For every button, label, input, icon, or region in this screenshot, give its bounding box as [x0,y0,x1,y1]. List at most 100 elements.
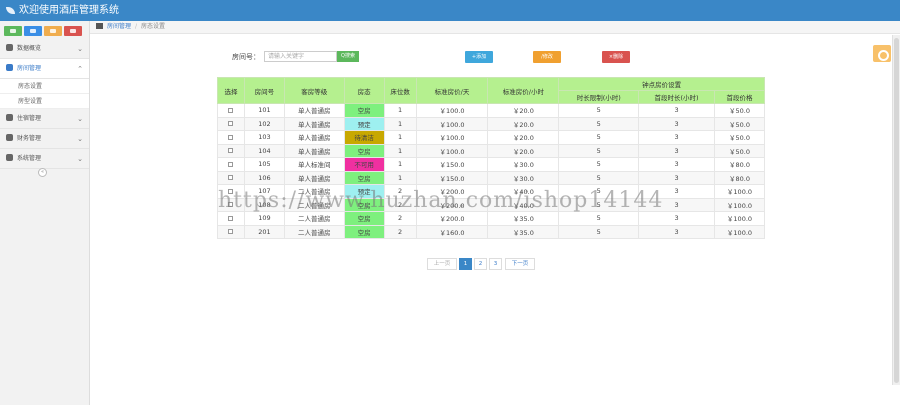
daily-price-cell: ￥160.0 [415,224,489,239]
first-price-cell: ￥100.0 [713,211,766,226]
page-3-button[interactable]: 3 [489,258,502,270]
table-row[interactable]: 102 单人普通房 预定 1 ￥100.0 ￥20.0 5 3 ￥50.0 [217,116,766,131]
daily-price-cell: ￥100.0 [415,130,489,145]
hourly-price-cell: ￥20.0 [487,130,560,145]
prev-page-button[interactable]: 上一页 [427,258,457,270]
room-no-cell: 102 [243,116,285,131]
vertical-scrollbar[interactable] [892,35,900,385]
chevron-down-icon: ⌄ [77,135,83,143]
select-cell [217,157,245,172]
hourly-price-cell: ￥35.0 [487,211,560,226]
edit-button[interactable]: /修改 [533,51,561,63]
row-checkbox[interactable] [228,107,234,113]
sidebar-item-dashboard[interactable]: 数据概览 ⌄ [0,39,89,59]
top-bar: 欢迎使用酒店管理系统 [0,0,900,21]
page-2-button[interactable]: 2 [474,258,487,270]
sidebar-item-finance[interactable]: 财务管理 ⌄ [0,129,89,149]
row-checkbox[interactable] [228,229,234,235]
first-price-cell: ￥80.0 [713,170,766,185]
select-cell [217,103,245,118]
table-row[interactable]: 104 单人普通房 空房 1 ￥100.0 ￥20.0 5 3 ￥50.0 [217,143,766,158]
chevron-down-icon: ⌄ [77,45,83,53]
breadcrumb-separator: / [135,23,138,30]
sidebar-item-label: 房间管理 [17,65,42,72]
sidebar-subitem-room-status[interactable]: 房态设置 [0,79,89,94]
status-badge: 预定 [343,116,385,131]
home-icon[interactable] [96,23,103,29]
room-type-cell: 单人标准间 [283,157,345,172]
beds-cell: 2 [383,224,417,239]
check-icon[interactable] [4,26,22,36]
max-hours-cell: 3 [638,130,715,145]
next-page-button[interactable]: 下一页 [505,258,535,270]
users-icon[interactable] [44,26,62,36]
scrollbar-thumb[interactable] [894,38,899,383]
min-hours-cell: 5 [558,143,640,158]
breadcrumb-room-management[interactable]: 房间管理 [107,23,131,30]
table-row[interactable]: 101 单人普通房 空房 1 ￥100.0 ￥20.0 5 3 ￥50.0 [217,103,766,118]
add-button[interactable]: +添加 [465,51,493,63]
table-row[interactable]: 106 单人普通房 空房 1 ￥150.0 ￥30.0 5 3 ￥80.0 [217,170,766,185]
table-row[interactable]: 105 单人标准间 不可用 1 ￥150.0 ￥30.0 5 3 ￥80.0 [217,157,766,172]
select-cell [217,130,245,145]
select-cell [217,170,245,185]
row-checkbox[interactable] [228,134,234,140]
delete-button[interactable]: ×删除 [602,51,630,63]
status-badge: 待清洁 [343,130,385,145]
header-status: 房态 [343,77,385,104]
header-min-hours: 时长限制(小时) [558,90,640,104]
room-no-cell: 104 [243,143,285,158]
hourly-price-cell: ￥20.0 [487,143,560,158]
header-select: 选择 [217,77,245,104]
room-type-cell: 二人普通房 [283,224,345,239]
table-row[interactable]: 201 二人普通房 空房 2 ￥160.0 ￥35.0 5 3 ￥100.0 [217,224,766,239]
search-input[interactable] [264,51,337,62]
header-max-hours: 首段时长(小时) [638,90,715,104]
settings-icon[interactable] [64,26,82,36]
double-chevron-left-icon[interactable]: « [38,168,47,177]
first-price-cell: ￥100.0 [713,197,766,212]
table-row[interactable]: 103 单人普通房 待清洁 1 ￥100.0 ￥20.0 5 3 ￥50.0 [217,130,766,145]
row-checkbox[interactable] [228,161,234,167]
max-hours-cell: 3 [638,143,715,158]
daily-price-cell: ￥200.0 [415,211,489,226]
sidebar-item-label: 财务管理 [17,135,42,142]
breadcrumb: 房间管理 / 房态设置 [90,21,900,34]
header-hourly-price: 标准房价/小时 [487,77,560,104]
daily-price-cell: ￥100.0 [415,103,489,118]
header-room-type: 客房等级 [283,77,345,104]
sidebar-item-system[interactable]: 系统管理 ⌄ [0,149,89,169]
sidebar-subitem-room-type[interactable]: 房型设置 [0,94,89,109]
beds-cell: 2 [383,211,417,226]
row-checkbox[interactable] [228,148,234,154]
search-button[interactable]: Q搜索 [337,51,359,62]
select-cell [217,224,245,239]
table-row[interactable]: 109 二人普通房 空房 2 ￥200.0 ￥35.0 5 3 ￥100.0 [217,211,766,226]
select-cell [217,116,245,131]
room-table: 选择 房间号 客房等级 房态 床位数 标准房价/天 标准房价/小时 钟点房价设置… [217,77,766,239]
pencil-icon[interactable] [24,26,42,36]
bed-icon [6,64,13,71]
max-hours-cell: 3 [638,170,715,185]
header-beds: 床位数 [383,77,417,104]
daily-price-cell: ￥100.0 [415,143,489,158]
header-room-no: 房间号 [243,77,285,104]
first-price-cell: ￥50.0 [713,103,766,118]
chevron-down-icon: ⌄ [77,155,83,163]
status-badge: 空房 [343,103,385,118]
min-hours-cell: 5 [558,224,640,239]
first-price-cell: ￥80.0 [713,157,766,172]
page-1-button[interactable]: 1 [459,258,472,270]
row-checkbox[interactable] [228,175,234,181]
row-checkbox[interactable] [228,121,234,127]
search-label: 房间号： [232,53,260,61]
room-type-cell: 单人普通房 [283,143,345,158]
beds-cell: 1 [383,130,417,145]
sidebar-item-label: 住宿管理 [17,115,42,122]
gear-icon[interactable] [873,45,891,62]
sidebar-item-lodging[interactable]: 住宿管理 ⌄ [0,109,89,129]
row-checkbox[interactable] [228,215,234,221]
max-hours-cell: 3 [638,211,715,226]
sidebar-item-rooms[interactable]: 房间管理 ⌃ [0,59,89,79]
daily-price-cell: ￥100.0 [415,116,489,131]
